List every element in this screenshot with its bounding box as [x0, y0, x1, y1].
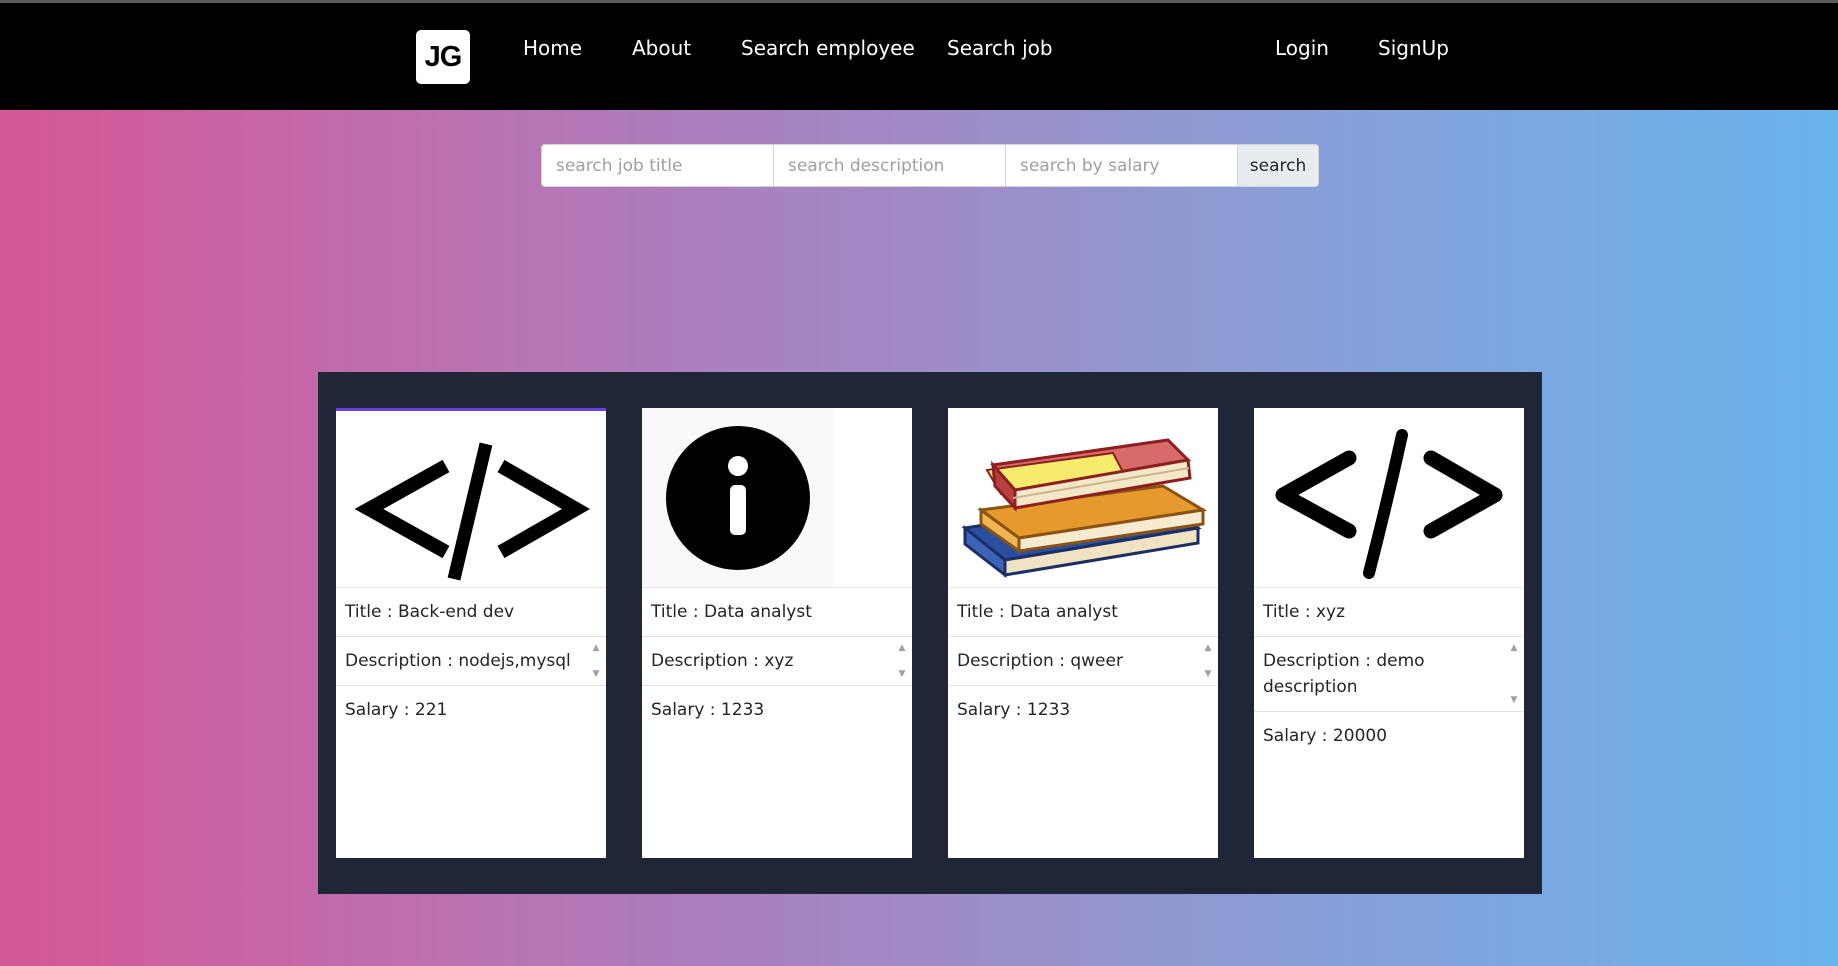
books-icon — [948, 408, 1218, 588]
job-salary: Salary : 1233 — [957, 700, 1071, 720]
job-description-text: Description : nodejs,mysql — [345, 651, 571, 671]
job-title: Title : Data analyst — [642, 588, 912, 637]
nav-signup[interactable]: SignUp — [1378, 36, 1449, 60]
job-card: Title : Data analyst Description : qweer… — [948, 408, 1218, 858]
job-title: Title : Data analyst — [948, 588, 1218, 637]
job-description-text: Description : xyz — [651, 651, 794, 671]
job-description[interactable]: Description : xyz ▲ ▼ — [642, 637, 912, 686]
job-salary: Salary : 1233 — [651, 700, 765, 720]
job-description-text: Description : demo description — [1263, 651, 1425, 697]
job-description[interactable]: Description : demo description ▲ ▼ — [1254, 637, 1524, 712]
search-button[interactable]: search — [1238, 145, 1318, 186]
nav-home[interactable]: Home — [523, 36, 582, 60]
navbar: JG Home About Search employee Search job… — [0, 3, 1838, 110]
description-scrollbar[interactable]: ▲ ▼ — [895, 643, 909, 679]
search-salary-input[interactable] — [1006, 145, 1238, 186]
jobs-panel: Title : Back-end dev Description : nodej… — [318, 372, 1542, 894]
nav-search-job[interactable]: Search job — [947, 36, 1053, 60]
job-card: Title : Back-end dev Description : nodej… — [336, 408, 606, 858]
job-card: Title : Data analyst Description : xyz ▲… — [642, 408, 912, 858]
search-title-input[interactable] — [542, 145, 774, 186]
nav-about[interactable]: About — [632, 36, 691, 60]
description-scrollbar[interactable]: ▲ ▼ — [1201, 643, 1215, 679]
search-description-input[interactable] — [774, 145, 1006, 186]
job-title: Title : Back-end dev — [336, 588, 606, 637]
job-title: Title : xyz — [1254, 588, 1524, 637]
job-salary: Salary : 20000 — [1263, 726, 1388, 746]
description-scrollbar[interactable]: ▲ ▼ — [589, 643, 603, 679]
job-description-text: Description : qweer — [957, 651, 1123, 671]
job-card: Title : xyz Description : demo descripti… — [1254, 408, 1524, 858]
job-description[interactable]: Description : qweer ▲ ▼ — [948, 637, 1218, 686]
info-icon — [642, 408, 912, 588]
search-bar: search — [541, 144, 1319, 187]
code-icon — [1254, 408, 1524, 588]
job-salary: Salary : 221 — [345, 700, 448, 720]
brand-logo[interactable]: JG — [416, 30, 470, 84]
description-scrollbar[interactable]: ▲ ▼ — [1507, 643, 1521, 705]
job-description[interactable]: Description : nodejs,mysql ▲ ▼ — [336, 637, 606, 686]
code-icon — [336, 408, 606, 588]
nav-login[interactable]: Login — [1275, 36, 1329, 60]
nav-search-employee[interactable]: Search employee — [741, 36, 915, 60]
